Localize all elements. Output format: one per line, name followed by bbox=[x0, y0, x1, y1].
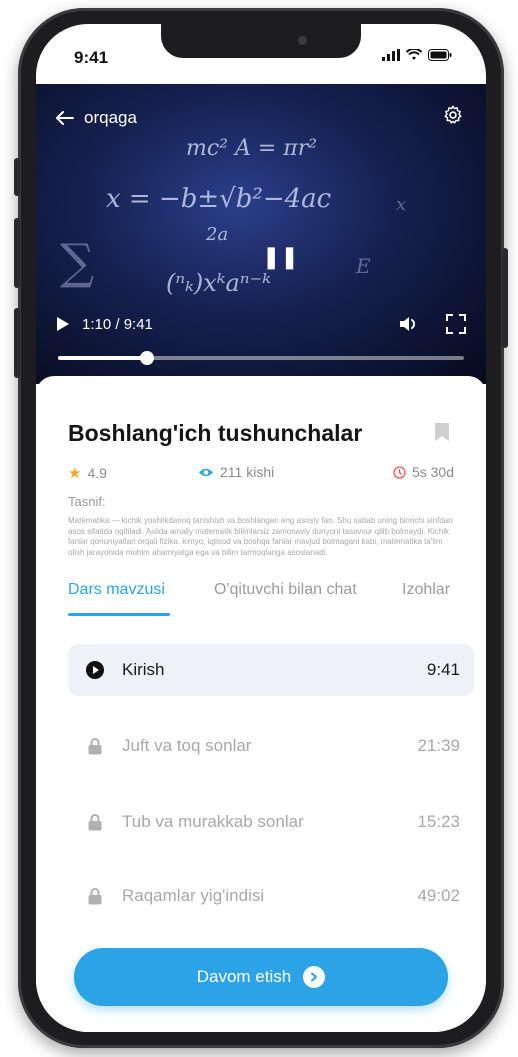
camera bbox=[298, 36, 307, 45]
formula-decoration: mc² A = πr² bbox=[186, 136, 318, 161]
lesson-duration: 15:23 bbox=[417, 812, 460, 831]
time-readout: 1:10 / 9:41 bbox=[82, 315, 153, 333]
fullscreen-icon[interactable] bbox=[446, 314, 466, 334]
play-icon[interactable] bbox=[56, 316, 70, 332]
formula-decoration: E bbox=[356, 254, 371, 278]
arrow-left-icon bbox=[56, 111, 74, 125]
player-right-controls bbox=[398, 314, 466, 334]
volume-up-button bbox=[14, 218, 20, 288]
gear-icon bbox=[444, 105, 462, 124]
volume-down-button bbox=[14, 308, 20, 378]
duration-value: 5s 30d bbox=[411, 464, 454, 480]
star-icon: ★ bbox=[68, 465, 82, 482]
player-controls: 1:10 / 9:41 bbox=[56, 314, 466, 334]
mute-switch bbox=[14, 158, 20, 196]
signal-icon bbox=[382, 49, 400, 61]
back-button[interactable]: orqaga bbox=[56, 108, 137, 128]
stage: 9:41 mc² A = πr² x = −b±√b²−4ac 2a ∑ (ⁿₖ… bbox=[0, 0, 518, 1057]
formula-decoration: x bbox=[396, 194, 407, 215]
continue-label: Davom etish bbox=[196, 967, 292, 986]
status-icons bbox=[382, 49, 452, 61]
progress-knob[interactable] bbox=[140, 351, 155, 365]
description-text: Matematika — kichik yoshlikdanoq tanishi… bbox=[68, 516, 453, 557]
lesson-title: Kirish bbox=[122, 660, 165, 679]
formula-decoration: ∑ bbox=[60, 234, 95, 290]
clock-icon bbox=[393, 465, 406, 479]
center-pause-icon[interactable]: ❚❚ bbox=[262, 244, 299, 270]
rating-value: 4.9 bbox=[87, 465, 107, 481]
eye-icon bbox=[199, 468, 213, 476]
continue-button[interactable]: Davom etish bbox=[74, 948, 448, 1006]
viewers-count: 211 kishi bbox=[220, 464, 275, 480]
settings-button[interactable] bbox=[442, 104, 464, 131]
page-title: Boshlang'ich tushunchalar bbox=[68, 420, 363, 446]
bookmark-icon bbox=[435, 423, 449, 441]
description-label: Tasnif: bbox=[68, 494, 106, 509]
lock-icon bbox=[82, 887, 108, 905]
duration: 5s 30d bbox=[393, 464, 454, 480]
bookmark-button[interactable] bbox=[434, 422, 450, 447]
power-button bbox=[502, 248, 508, 348]
progress-bar[interactable] bbox=[58, 351, 464, 365]
back-label: orqaga bbox=[84, 108, 137, 127]
formula-decoration: x = −b±√b²−4ac bbox=[106, 184, 332, 214]
list-item[interactable]: Tub va murakkab sonlar 15:23 bbox=[68, 796, 474, 848]
formula-decoration: 2a bbox=[206, 224, 229, 245]
list-item[interactable]: Raqamlar yig'indisi 49:02 bbox=[68, 870, 474, 922]
lesson-sheet: Boshlang'ich tushunchalar ★ 4.9 211 kish… bbox=[36, 376, 486, 1032]
tab-teacher-chat[interactable]: O'qituvchi bilan chat bbox=[214, 581, 357, 599]
lesson-title: Tub va murakkab sonlar bbox=[122, 812, 304, 831]
video-player[interactable]: mc² A = πr² x = −b±√b²−4ac 2a ∑ (ⁿₖ)xᵏaⁿ… bbox=[36, 84, 486, 384]
formula-decoration: (ⁿₖ)xᵏaⁿ⁻ᵏ bbox=[166, 269, 271, 297]
list-item[interactable]: Kirish 9:41 bbox=[68, 644, 474, 696]
lesson-duration: 49:02 bbox=[417, 886, 460, 905]
notch bbox=[161, 24, 361, 58]
viewers: 211 kishi bbox=[198, 464, 274, 480]
status-time: 9:41 bbox=[74, 48, 109, 67]
tab-comments[interactable]: Izohlar bbox=[402, 581, 450, 599]
tab-bar: Dars mavzusi O'qituvchi bilan chat Izohl… bbox=[68, 581, 486, 617]
tab-lesson-topic[interactable]: Dars mavzusi bbox=[68, 581, 165, 599]
rating: ★ 4.9 bbox=[68, 464, 107, 482]
arrow-right-circle-icon bbox=[303, 966, 326, 988]
progress-fill bbox=[58, 356, 148, 360]
tab-active-indicator bbox=[68, 613, 170, 616]
volume-icon[interactable] bbox=[398, 315, 420, 333]
lesson-title: Raqamlar yig'indisi bbox=[122, 886, 265, 905]
screen: 9:41 mc² A = πr² x = −b±√b²−4ac 2a ∑ (ⁿₖ… bbox=[36, 24, 486, 1032]
list-item[interactable]: Juft va toq sonlar 21:39 bbox=[68, 720, 474, 772]
lesson-title: Juft va toq sonlar bbox=[122, 736, 252, 755]
lock-icon bbox=[82, 737, 108, 755]
lesson-duration: 21:39 bbox=[417, 736, 460, 755]
play-circle-icon bbox=[82, 661, 108, 679]
lesson-duration: 9:41 bbox=[426, 660, 460, 679]
lock-icon bbox=[82, 813, 108, 831]
battery-icon bbox=[428, 49, 452, 61]
wifi-icon bbox=[406, 49, 422, 60]
